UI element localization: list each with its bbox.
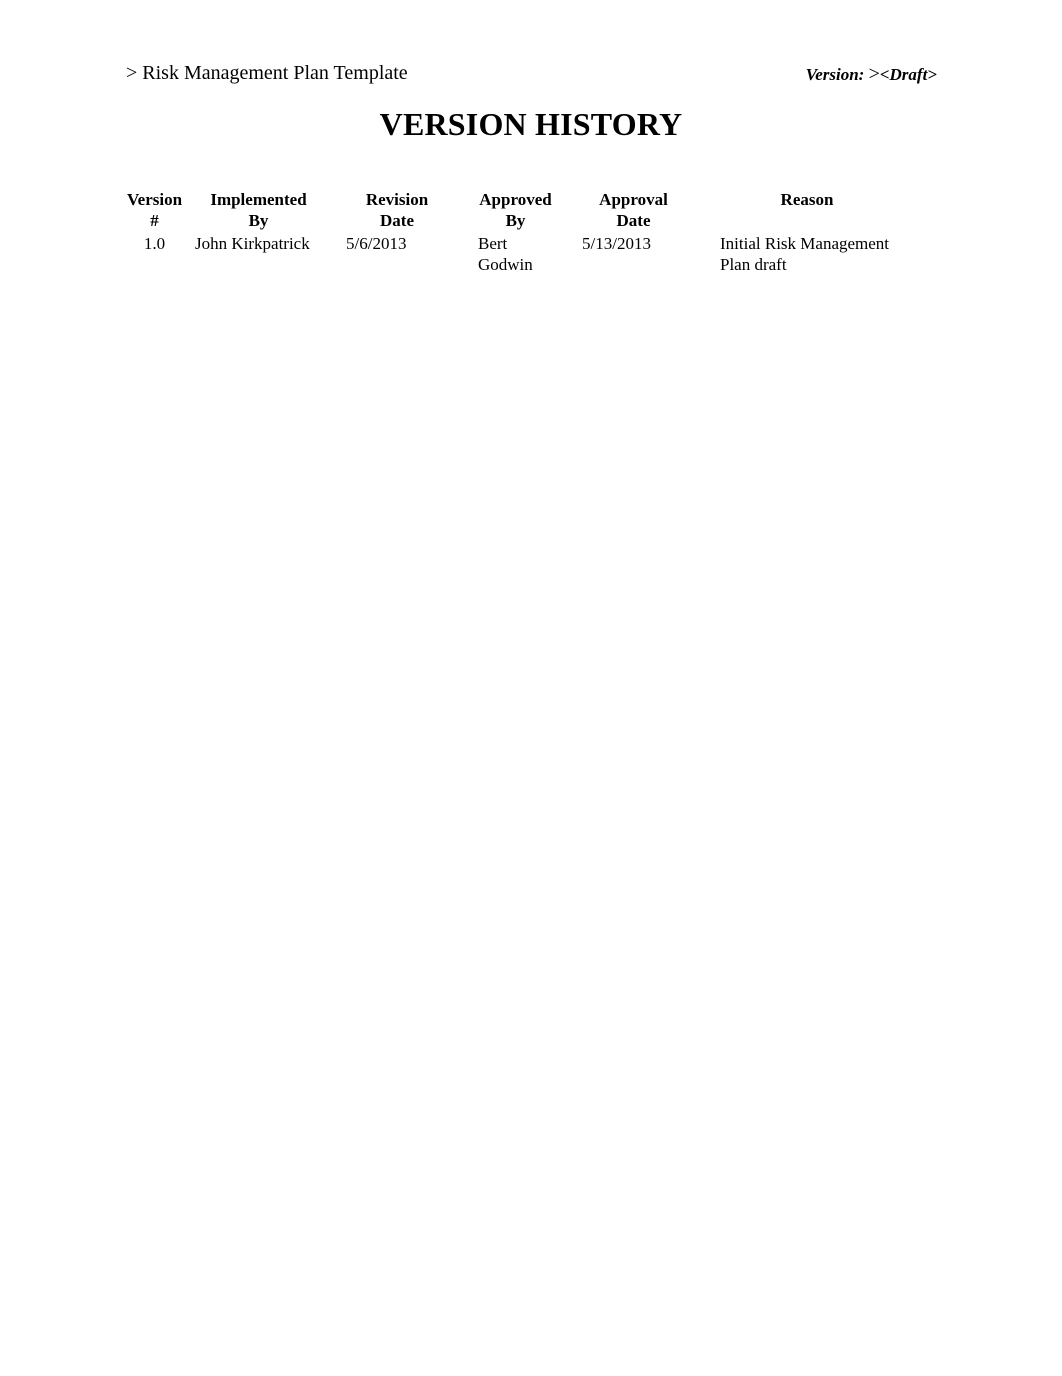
cell-version: 1.0 <box>143 234 166 253</box>
column-header-implemented-by: Implemented By <box>189 189 328 231</box>
version-header: Version: ><Draft> <box>806 62 937 87</box>
cell-implemented-by: John Kirkpatrick <box>195 234 310 253</box>
column-header-approval-date: Approval Date <box>565 189 702 231</box>
cell-reason: Initial Risk Management Plan draft <box>702 231 912 275</box>
column-header-approved-by: Approved By <box>466 189 565 231</box>
column-header-line: # <box>150 211 159 230</box>
version-value: <Draft> <box>879 65 937 84</box>
version-history-table: Version # Implemented By Revision Date A… <box>120 189 912 275</box>
document-title-header: > Risk Management Plan Template <box>126 62 408 84</box>
column-header-version: Version # <box>120 189 189 231</box>
column-header-line: Reason <box>780 190 834 209</box>
column-header-line: By <box>505 211 526 230</box>
table-header-row: Version # Implemented By Revision Date A… <box>120 189 912 231</box>
column-header-line: Date <box>380 211 414 230</box>
cell-approval-date: 5/13/2013 <box>582 234 651 253</box>
cell-revision-date: 5/6/2013 <box>346 234 407 253</box>
column-header-line: Revision <box>365 190 429 209</box>
cell-line: Bert <box>478 234 508 253</box>
cell-line: Godwin <box>478 255 533 274</box>
column-header-line: Approved <box>479 190 552 209</box>
page-title: VERSION HISTORY <box>379 106 683 142</box>
column-header-line: Implemented <box>210 190 307 209</box>
cell-approved-by: Bert Godwin <box>466 231 565 275</box>
column-header-line: Approval <box>599 190 668 209</box>
version-label: Version: <box>805 65 865 84</box>
cell-line: Plan draft <box>720 255 787 274</box>
column-header-revision-date: Revision Date <box>328 189 466 231</box>
column-header-reason: Reason <box>702 189 912 231</box>
column-header-line: By <box>248 211 269 230</box>
version-separator: > <box>868 63 880 85</box>
column-header-line: Version <box>126 190 183 209</box>
cell-line: Initial Risk Management <box>720 234 890 253</box>
table-row: 1.0 John Kirkpatrick 5/6/2013 Bert Godwi… <box>120 231 912 275</box>
column-header-line: Date <box>616 211 651 230</box>
